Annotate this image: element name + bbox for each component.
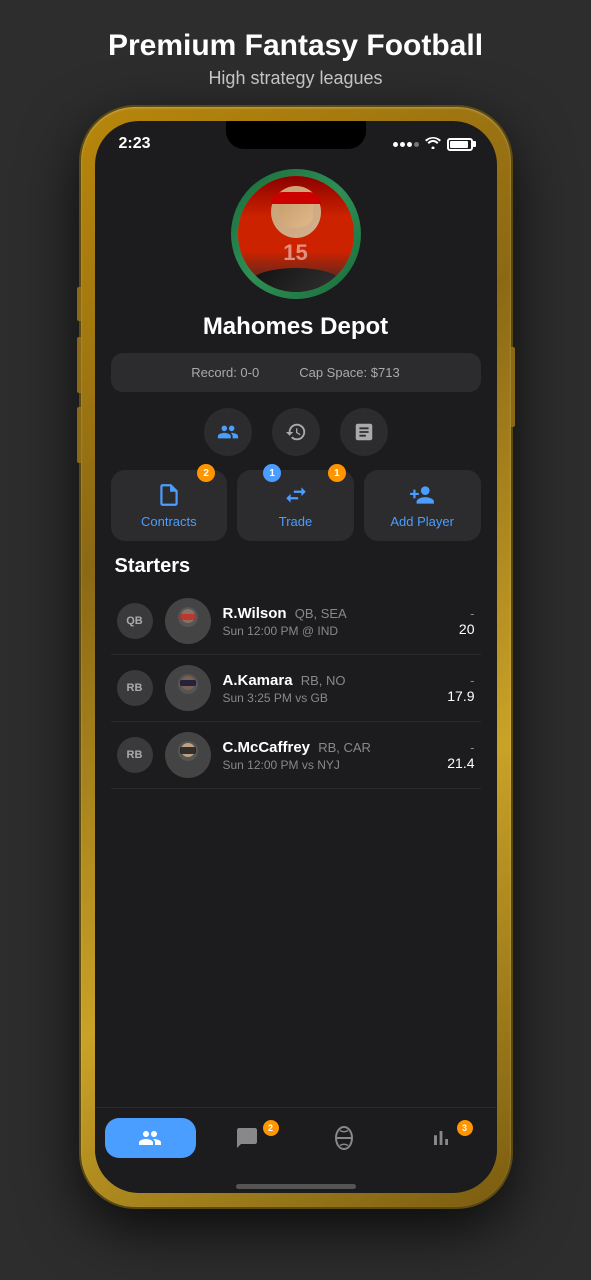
- tab-scores[interactable]: [299, 1118, 390, 1158]
- player-score-wilson: - 20: [459, 606, 475, 637]
- status-icons: [393, 137, 473, 152]
- tab-chat[interactable]: 2: [202, 1118, 293, 1158]
- status-time: 2:23: [119, 135, 151, 153]
- contracts-badge: 2: [197, 464, 215, 482]
- notes-icon-btn[interactable]: [340, 408, 388, 456]
- starters-section: Starters QB R.Wilson QB,: [111, 555, 481, 789]
- header-subtitle: High strategy leagues: [20, 68, 571, 89]
- player-avatar-mccaffrey: [165, 732, 211, 778]
- player-game-mccaffrey: Sun 12:00 PM vs NYJ: [223, 758, 436, 772]
- trade-badge-blue: 1: [263, 464, 281, 482]
- contracts-label: Contracts: [141, 514, 197, 529]
- home-indicator: [236, 1184, 356, 1189]
- contracts-button[interactable]: 2 Contracts: [111, 470, 228, 541]
- player-score-mccaffrey: - 21.4: [447, 740, 474, 771]
- phone-frame: 2:23: [81, 107, 511, 1207]
- player-row[interactable]: QB R.Wilson QB, SEA Sun 12:00: [111, 588, 481, 655]
- player-name-wilson: R.Wilson QB, SEA: [223, 605, 447, 622]
- tab-roster[interactable]: [105, 1118, 196, 1158]
- player-score-kamara: - 17.9: [447, 673, 474, 704]
- player-row[interactable]: RB C.McCaffrey RB, CAR Sun 12: [111, 722, 481, 789]
- player-game-wilson: Sun 12:00 PM @ IND: [223, 624, 447, 638]
- action-icons-row: [204, 408, 388, 456]
- header-title: Premium Fantasy Football: [20, 28, 571, 64]
- team-name: Mahomes Depot: [203, 313, 388, 341]
- stats-badge: 3: [457, 1120, 473, 1136]
- chat-badge: 2: [263, 1120, 279, 1136]
- volume-up-button: [77, 337, 81, 393]
- player-avatar-wilson: [165, 598, 211, 644]
- header-section: Premium Fantasy Football High strategy l…: [0, 0, 591, 107]
- roster-icon-btn[interactable]: [204, 408, 252, 456]
- position-qb: QB: [117, 603, 153, 639]
- notch: [226, 121, 366, 149]
- player-avatar-kamara: [165, 665, 211, 711]
- cap-space-stat: Cap Space: $713: [299, 365, 399, 380]
- player-game-kamara: Sun 3:25 PM vs GB: [223, 691, 436, 705]
- volume-down-button: [77, 407, 81, 463]
- screen-content: 15 Mahomes Depot Record: 0-0 Cap Space: …: [95, 159, 497, 1107]
- tab-stats[interactable]: 3: [396, 1118, 487, 1158]
- battery-icon: [447, 138, 473, 151]
- trade-button[interactable]: 1 1 Trade: [237, 470, 354, 541]
- power-button: [511, 347, 515, 427]
- trade-badge-orange: 1: [328, 464, 346, 482]
- player-row[interactable]: RB A.Kamara RB, NO Sun 3:25 P: [111, 655, 481, 722]
- team-avatar: 15: [231, 169, 361, 299]
- trade-label: Trade: [279, 514, 312, 529]
- position-rb1: RB: [117, 670, 153, 706]
- stats-bar: Record: 0-0 Cap Space: $713: [111, 353, 481, 392]
- player-info-mccaffrey: C.McCaffrey RB, CAR Sun 12:00 PM vs NYJ: [223, 739, 436, 772]
- record-stat: Record: 0-0: [191, 365, 259, 380]
- phone-screen: 2:23: [95, 121, 497, 1193]
- position-rb2: RB: [117, 737, 153, 773]
- add-player-label: Add Player: [390, 514, 454, 529]
- tab-bar: 2 3: [95, 1107, 497, 1178]
- history-icon-btn[interactable]: [272, 408, 320, 456]
- wifi-icon: [425, 137, 441, 152]
- starters-title: Starters: [111, 555, 481, 578]
- add-player-button[interactable]: Add Player: [364, 470, 481, 541]
- mute-button: [77, 287, 81, 321]
- player-info-kamara: A.Kamara RB, NO Sun 3:25 PM vs GB: [223, 672, 436, 705]
- signal-icon: [393, 142, 419, 147]
- player-name-kamara: A.Kamara RB, NO: [223, 672, 436, 689]
- action-buttons-row: 2 Contracts 1 1 Trade: [111, 470, 481, 541]
- player-name-mccaffrey: C.McCaffrey RB, CAR: [223, 739, 436, 756]
- player-info-wilson: R.Wilson QB, SEA Sun 12:00 PM @ IND: [223, 605, 447, 638]
